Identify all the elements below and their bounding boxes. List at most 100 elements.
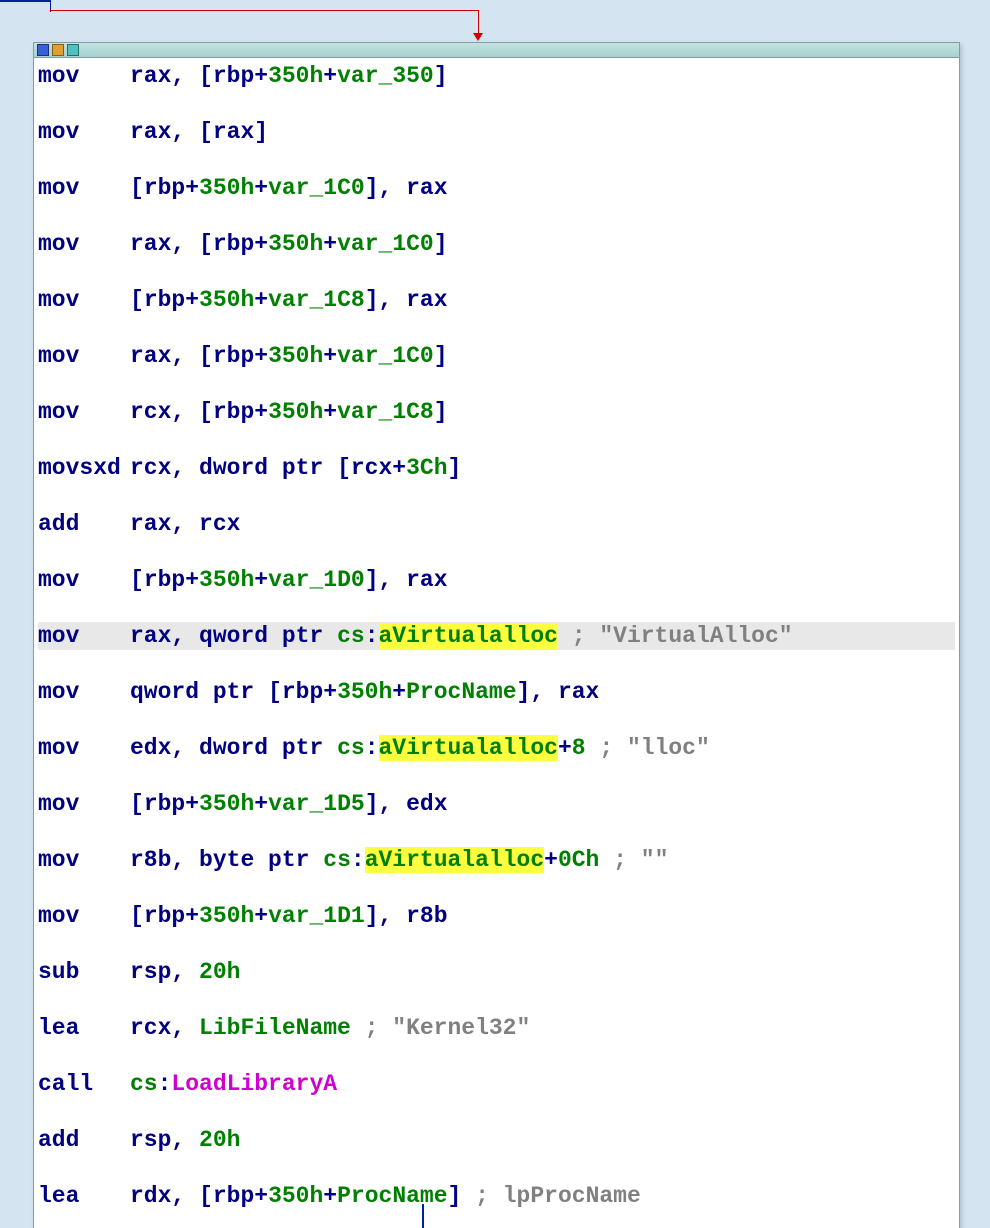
token-num: 350h bbox=[199, 287, 254, 313]
token-pun: ], bbox=[365, 903, 406, 929]
mnemonic: add bbox=[38, 1126, 130, 1154]
operands: [rbp+350h+var_1D1], r8b bbox=[130, 902, 448, 930]
token-pun: ], bbox=[517, 679, 558, 705]
token-num: 350h bbox=[199, 903, 254, 929]
operands: rdx, [rbp+350h+ProcName] ; lpProcName bbox=[130, 1182, 641, 1210]
asm-line[interactable]: movr8b, byte ptr cs:aVirtualalloc+0Ch ; … bbox=[38, 846, 955, 874]
token-pun: , bbox=[171, 623, 199, 649]
code-listing[interactable]: movrax, [rbp+350h+var_350] movrax, [rax]… bbox=[34, 58, 959, 1228]
asm-line[interactable]: addrsp, 20h bbox=[38, 1126, 955, 1154]
operands: rcx, LibFileName ; "Kernel32" bbox=[130, 1014, 530, 1042]
operands: rax, qword ptr cs:aVirtualalloc ; "Virtu… bbox=[130, 622, 793, 650]
token-reg: rsp bbox=[130, 959, 171, 985]
operands: qword ptr [rbp+350h+ProcName], rax bbox=[130, 678, 599, 706]
token-reg: rax bbox=[406, 175, 447, 201]
mnemonic: mov bbox=[38, 902, 130, 930]
asm-line[interactable]: leardx, [rbp+350h+ProcName] ; lpProcName bbox=[38, 1182, 955, 1210]
token-reg: rax bbox=[130, 63, 171, 89]
disassembly-block[interactable]: movrax, [rbp+350h+var_350] movrax, [rax]… bbox=[33, 42, 960, 1228]
mnemonic: add bbox=[38, 510, 130, 538]
token-pun: : bbox=[158, 1071, 172, 1097]
token-pun: , bbox=[171, 959, 199, 985]
token-pun: , bbox=[171, 735, 199, 761]
token-pun: ] bbox=[434, 343, 448, 369]
asm-line[interactable]: movedx, dword ptr cs:aVirtualalloc+8 ; "… bbox=[38, 734, 955, 762]
token-num: 20h bbox=[199, 959, 240, 985]
token-pun: , [ bbox=[171, 343, 212, 369]
token-pun: ], bbox=[365, 175, 406, 201]
token-pun: + bbox=[544, 847, 558, 873]
mnemonic: mov bbox=[38, 678, 130, 706]
token-pun: ] bbox=[434, 399, 448, 425]
token-pun: , bbox=[171, 1127, 199, 1153]
asm-line[interactable]: subrsp, 20h bbox=[38, 958, 955, 986]
token-pun: , [ bbox=[171, 1183, 212, 1209]
token-pun: [ bbox=[130, 175, 144, 201]
mnemonic: mov bbox=[38, 846, 130, 874]
asm-line[interactable]: movqword ptr [rbp+350h+ProcName], rax bbox=[38, 678, 955, 706]
asm-line[interactable]: callcs:LoadLibraryA bbox=[38, 1070, 955, 1098]
token-reg: rcx bbox=[130, 455, 171, 481]
asm-line[interactable]: mov[rbp+350h+var_1C0], rax bbox=[38, 174, 955, 202]
asm-line[interactable]: mov[rbp+350h+var_1D5], edx bbox=[38, 790, 955, 818]
token-cmt: ; "" bbox=[599, 847, 668, 873]
asm-line[interactable]: mov[rbp+350h+var_1C8], rax bbox=[38, 286, 955, 314]
token-var: var_1C8 bbox=[337, 399, 434, 425]
mnemonic: lea bbox=[38, 1182, 130, 1210]
token-pun: ] bbox=[254, 119, 268, 145]
token-reg: rbp bbox=[144, 567, 185, 593]
asm-line[interactable]: movrax, qword ptr cs:aVirtualalloc ; "Vi… bbox=[38, 622, 955, 650]
token-reg: rbp bbox=[144, 175, 185, 201]
token-reg: r8b bbox=[406, 903, 447, 929]
operands: rcx, dword ptr [rcx+3Ch] bbox=[130, 454, 461, 482]
operands: rax, [rax] bbox=[130, 118, 268, 146]
token-num: 0Ch bbox=[558, 847, 599, 873]
token-pun: + bbox=[392, 455, 406, 481]
token-reg: rax bbox=[406, 567, 447, 593]
token-cmt: ; lpProcName bbox=[461, 1183, 640, 1209]
token-reg: rcx bbox=[130, 399, 171, 425]
token-cmt: ; "Kernel32" bbox=[351, 1015, 530, 1041]
operands: [rbp+350h+var_1C0], rax bbox=[130, 174, 448, 202]
operands: [rbp+350h+var_1D0], rax bbox=[130, 566, 448, 594]
asm-line[interactable]: movsxdrcx, dword ptr [rcx+3Ch] bbox=[38, 454, 955, 482]
asm-line[interactable]: movrax, [rbp+350h+var_350] bbox=[38, 62, 955, 90]
asm-line[interactable]: movrcx, [rbp+350h+var_1C8] bbox=[38, 398, 955, 426]
token-pun: + bbox=[323, 231, 337, 257]
token-var: var_1D5 bbox=[268, 791, 365, 817]
token-reg: qword ptr bbox=[199, 623, 323, 649]
token-pun: , [ bbox=[171, 399, 212, 425]
token-cmt: ; "lloc" bbox=[586, 735, 710, 761]
flow-arrow-head-icon bbox=[473, 33, 483, 41]
token-pun: [ bbox=[254, 679, 282, 705]
token-reg: rbp bbox=[144, 287, 185, 313]
token-seg: cs bbox=[337, 623, 365, 649]
token-reg: rbp bbox=[213, 343, 254, 369]
token-pun: ] bbox=[448, 455, 462, 481]
token-num: 350h bbox=[268, 399, 323, 425]
asm-line[interactable]: addrax, rcx bbox=[38, 510, 955, 538]
block-header[interactable] bbox=[34, 43, 959, 58]
token-var: LibFileName bbox=[199, 1015, 351, 1041]
token-var: var_1C0 bbox=[268, 175, 365, 201]
token-var: ProcName bbox=[406, 679, 516, 705]
token-pun: + bbox=[254, 343, 268, 369]
asm-line[interactable]: mov[rbp+350h+var_1D1], r8b bbox=[38, 902, 955, 930]
token-pun: , bbox=[171, 847, 199, 873]
token-func: LoadLibraryA bbox=[171, 1071, 337, 1097]
asm-line[interactable]: movrax, [rax] bbox=[38, 118, 955, 146]
token-num: 350h bbox=[268, 343, 323, 369]
token-pun: + bbox=[254, 567, 268, 593]
token-reg: rdx bbox=[130, 1183, 171, 1209]
operands: rax, [rbp+350h+var_350] bbox=[130, 62, 448, 90]
token-pun: [ bbox=[323, 455, 351, 481]
asm-line[interactable]: movrax, [rbp+350h+var_1C0] bbox=[38, 342, 955, 370]
operands: rax, rcx bbox=[130, 510, 240, 538]
operands: cs:LoadLibraryA bbox=[130, 1070, 337, 1098]
token-pun: + bbox=[254, 287, 268, 313]
asm-line[interactable]: learcx, LibFileName ; "Kernel32" bbox=[38, 1014, 955, 1042]
token-pun: + bbox=[254, 231, 268, 257]
asm-line[interactable]: mov[rbp+350h+var_1D0], rax bbox=[38, 566, 955, 594]
token-pun: + bbox=[323, 1183, 337, 1209]
asm-line[interactable]: movrax, [rbp+350h+var_1C0] bbox=[38, 230, 955, 258]
